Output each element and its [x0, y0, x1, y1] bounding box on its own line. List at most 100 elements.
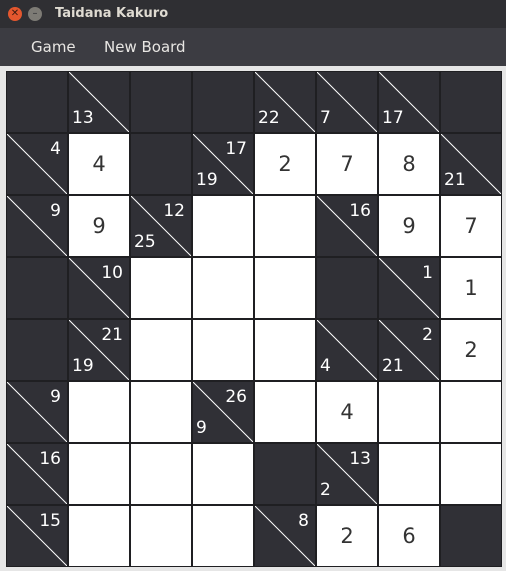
- entry-cell[interactable]: [130, 257, 192, 319]
- across-clue: 9: [50, 201, 61, 221]
- down-clue: 22: [258, 108, 280, 128]
- blocked-cell: [316, 257, 378, 319]
- cell-value: [193, 320, 253, 380]
- entry-cell[interactable]: [192, 505, 254, 567]
- cell-value: [255, 382, 315, 442]
- entry-cell[interactable]: 7: [316, 133, 378, 195]
- entry-cell[interactable]: [440, 381, 502, 443]
- across-clue: 12: [163, 201, 185, 221]
- clue-cell: 9: [6, 381, 68, 443]
- menu-game[interactable]: Game: [31, 38, 76, 56]
- clue-cell: 10: [68, 257, 130, 319]
- close-icon[interactable]: ✕: [8, 7, 22, 21]
- cell-value: 6: [402, 524, 416, 548]
- clue-cell: 21: [440, 133, 502, 195]
- cell-value: 8: [402, 152, 416, 176]
- down-clue: 4: [320, 356, 331, 376]
- entry-cell[interactable]: 4: [68, 133, 130, 195]
- down-clue: 21: [444, 170, 466, 190]
- blocked-cell: [440, 71, 502, 133]
- blocked-cell: [6, 257, 68, 319]
- cell-value: 9: [92, 214, 106, 238]
- across-clue: 10: [101, 263, 123, 283]
- entry-cell[interactable]: [254, 381, 316, 443]
- down-clue: 2: [320, 480, 331, 500]
- entry-cell[interactable]: [68, 443, 130, 505]
- cell-value: [193, 506, 253, 566]
- entry-cell[interactable]: [254, 195, 316, 257]
- entry-cell[interactable]: 2: [254, 133, 316, 195]
- entry-cell[interactable]: 7: [440, 195, 502, 257]
- minimize-icon[interactable]: –: [28, 7, 42, 21]
- entry-cell[interactable]: 1: [440, 257, 502, 319]
- cell-value: [255, 258, 315, 318]
- cell-value: [193, 258, 253, 318]
- entry-cell[interactable]: 9: [68, 195, 130, 257]
- entry-cell[interactable]: [192, 319, 254, 381]
- across-clue: 8: [298, 511, 309, 531]
- down-clue: 7: [320, 108, 331, 128]
- entry-cell[interactable]: [130, 443, 192, 505]
- clue-cell: 4: [6, 133, 68, 195]
- down-clue: 9: [196, 418, 207, 438]
- title-bar: ✕ – Taidana Kakuro: [0, 0, 506, 28]
- entry-cell[interactable]: [130, 505, 192, 567]
- clue-cell: 1: [378, 257, 440, 319]
- clue-cell: 21 19: [68, 319, 130, 381]
- kakuro-board: 13 22 7 17 4 4 17 19 2 7 8 21 9 9 12 25 16 9 7 10 1 1 21 19 4 2 21…: [0, 66, 506, 571]
- blocked-cell: [192, 71, 254, 133]
- cell-value: 4: [340, 400, 354, 424]
- cell-value: [131, 506, 191, 566]
- entry-cell[interactable]: [440, 443, 502, 505]
- entry-cell[interactable]: [130, 319, 192, 381]
- down-clue: 13: [72, 108, 94, 128]
- blocked-cell: [440, 505, 502, 567]
- entry-cell[interactable]: 8: [378, 133, 440, 195]
- across-clue: 26: [225, 387, 247, 407]
- entry-cell[interactable]: [130, 381, 192, 443]
- cell-value: [441, 444, 501, 504]
- cell-value: [193, 444, 253, 504]
- entry-cell[interactable]: [192, 443, 254, 505]
- entry-cell[interactable]: [254, 257, 316, 319]
- across-clue: 1: [422, 263, 433, 283]
- entry-cell[interactable]: [378, 443, 440, 505]
- across-clue: 13: [349, 449, 371, 469]
- down-clue: 17: [382, 108, 404, 128]
- cell-value: [131, 444, 191, 504]
- clue-cell: 13: [68, 71, 130, 133]
- clue-cell: 16: [6, 443, 68, 505]
- entry-cell[interactable]: 9: [378, 195, 440, 257]
- entry-cell[interactable]: [68, 381, 130, 443]
- entry-cell[interactable]: 4: [316, 381, 378, 443]
- entry-cell[interactable]: 2: [316, 505, 378, 567]
- entry-cell[interactable]: [378, 381, 440, 443]
- clue-cell: 12 25: [130, 195, 192, 257]
- clue-cell: 17: [378, 71, 440, 133]
- clue-cell: 16: [316, 195, 378, 257]
- window-title: Taidana Kakuro: [55, 6, 169, 21]
- entry-cell[interactable]: [192, 257, 254, 319]
- clue-cell: 9: [6, 195, 68, 257]
- across-clue: 15: [39, 511, 61, 531]
- across-clue: 16: [39, 449, 61, 469]
- entry-cell[interactable]: [68, 505, 130, 567]
- entry-cell[interactable]: 6: [378, 505, 440, 567]
- entry-cell[interactable]: 2: [440, 319, 502, 381]
- entry-cell[interactable]: [254, 319, 316, 381]
- cell-value: [69, 382, 129, 442]
- down-clue: 25: [134, 232, 156, 252]
- clue-cell: 13 2: [316, 443, 378, 505]
- cell-value: [131, 320, 191, 380]
- clue-cell: 15: [6, 505, 68, 567]
- cell-value: [441, 382, 501, 442]
- entry-cell[interactable]: [192, 195, 254, 257]
- across-clue: 4: [50, 139, 61, 159]
- cell-value: 2: [464, 338, 478, 362]
- cell-value: 1: [464, 276, 478, 300]
- menu-new-board[interactable]: New Board: [104, 38, 186, 56]
- across-clue: 21: [101, 325, 123, 345]
- down-clue: 19: [72, 356, 94, 376]
- blocked-cell: [130, 133, 192, 195]
- blocked-cell: [254, 443, 316, 505]
